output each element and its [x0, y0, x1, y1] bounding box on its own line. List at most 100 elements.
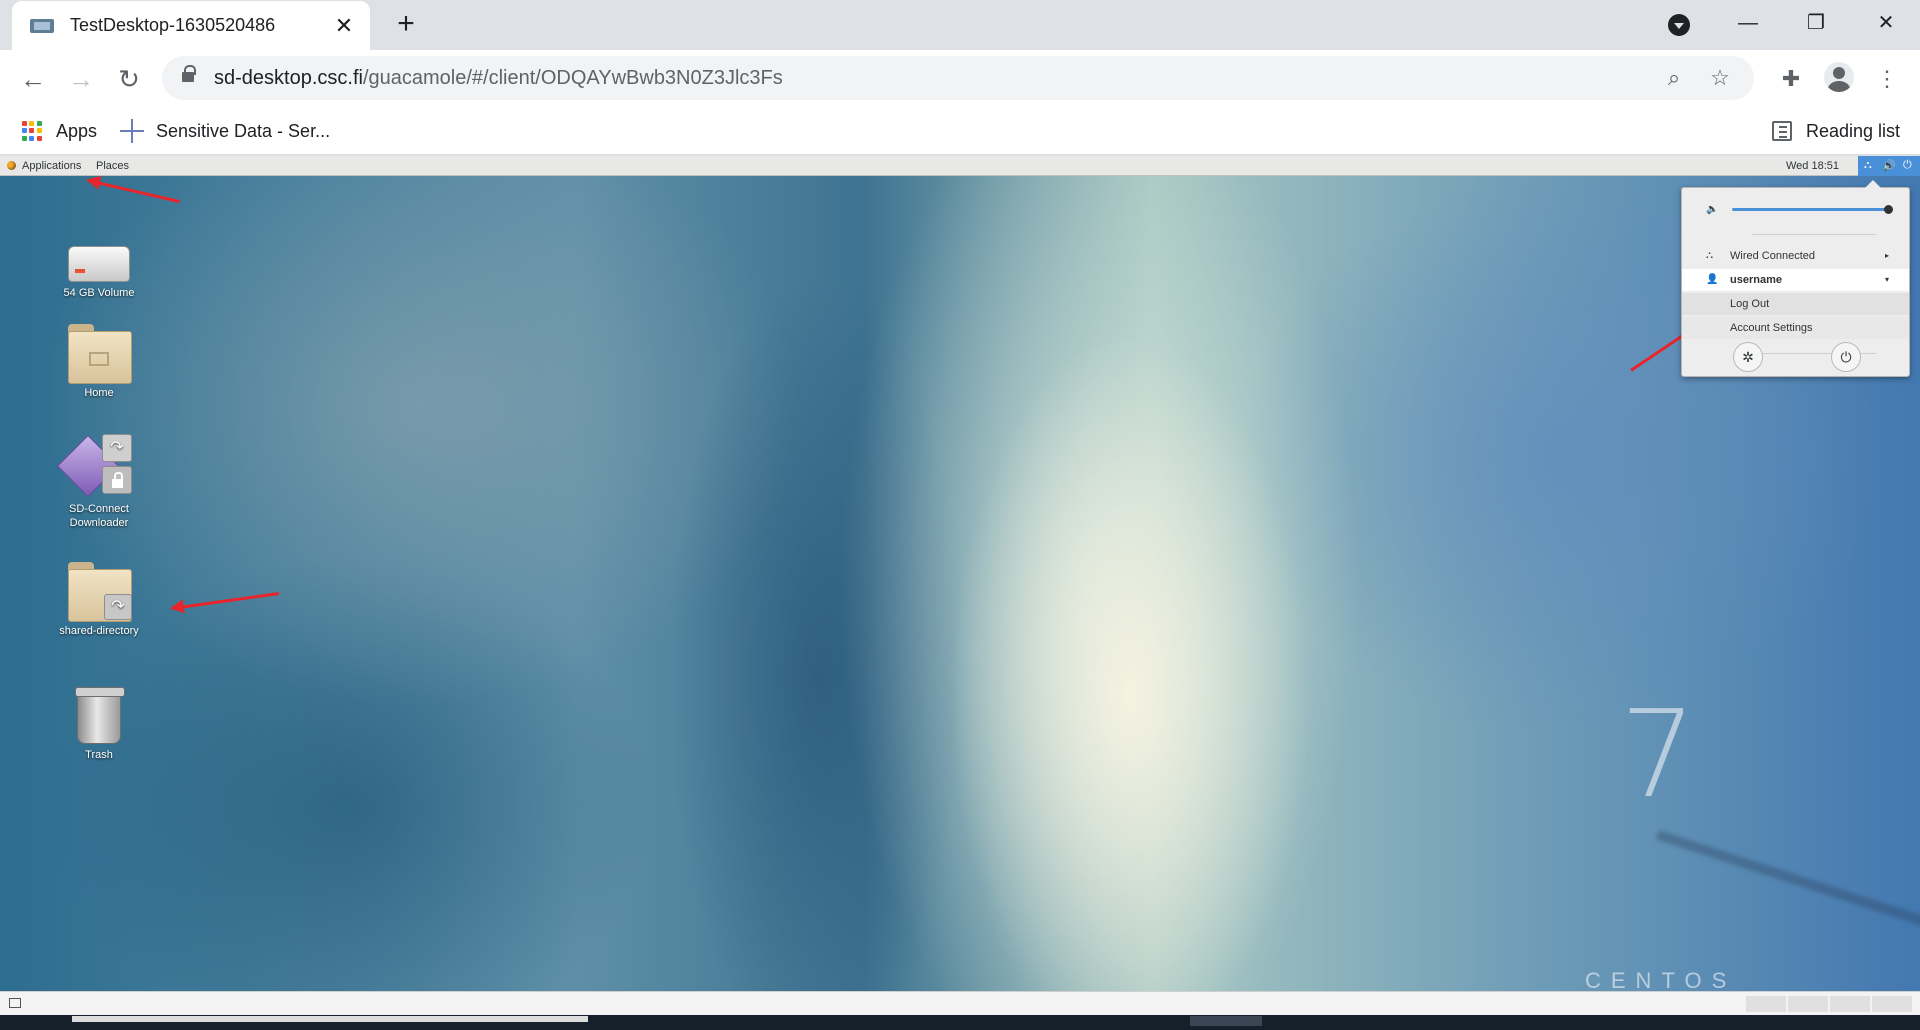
desktop-icon-label: SD-Connect Downloader: [69, 503, 129, 529]
account-settings-label: Account Settings: [1730, 322, 1813, 334]
settings-button[interactable]: ✲: [1733, 342, 1763, 372]
browser-menu-icon[interactable]: ⋮: [1872, 64, 1902, 94]
forward-button[interactable]: →: [64, 62, 98, 96]
workspace-2[interactable]: [1788, 996, 1828, 1012]
centos-logo-word: CENTOS: [1585, 968, 1737, 991]
apps-grid-dot: [29, 128, 35, 134]
apps-grid-dot: [22, 135, 27, 141]
browser-tab[interactable]: TestDesktop-1630520486 ✕: [12, 1, 370, 50]
account-settings-menu-item[interactable]: Account Settings: [1682, 317, 1909, 339]
desktop-icon-trash[interactable]: Trash: [44, 687, 154, 762]
lock-badge-icon: [102, 466, 132, 494]
apps-grid-dot: [36, 135, 42, 141]
desktop-icon-home[interactable]: Home: [44, 324, 154, 400]
tab-close-icon[interactable]: ✕: [332, 14, 356, 38]
workspace-4[interactable]: [1872, 996, 1912, 1012]
network-label: Wired Connected: [1730, 250, 1815, 262]
volume-tray-icon: 🔊: [1882, 160, 1896, 172]
close-window-button[interactable]: ✕: [1866, 8, 1906, 38]
restore-window-button[interactable]: ❐: [1796, 8, 1836, 38]
bookmark-apps-label: Apps: [56, 120, 98, 141]
url-path: /guacamole/#/client/ODQAYwBwb3N0Z3Jlc3Fs: [362, 66, 783, 89]
desktop-icon-label: Home: [84, 387, 114, 399]
workspace-1[interactable]: [1746, 996, 1786, 1012]
reload-button[interactable]: ↻: [112, 62, 146, 96]
wallpaper-streak: [1655, 829, 1920, 933]
browser-tab-strip: TestDesktop-1630520486 ✕ + — ❐ ✕: [0, 0, 1920, 50]
apps-grid-dot: [36, 128, 42, 134]
remote-desktop-screen[interactable]: 7 CENTOS Applications Places Wed 18:51 ⛬…: [0, 156, 1920, 991]
power-tray-icon: ⏻: [1903, 159, 1912, 171]
url-host: sd-desktop.csc.fi: [214, 66, 363, 89]
network-icon: ⛬: [1706, 250, 1713, 261]
desktop-icon-label: 54 GB Volume: [63, 287, 135, 299]
chevron-down-icon: ▾: [1884, 275, 1889, 284]
panel-clock[interactable]: Wed 18:51: [1786, 159, 1839, 173]
apps-grid-icon: [22, 121, 42, 141]
gnome-foot-icon: [7, 161, 16, 170]
apps-grid-dot: [22, 128, 27, 134]
browser-toolbar: ← → ↻ sd-desktop.csc.fi/guacamole/#/clie…: [0, 50, 1920, 107]
address-bar[interactable]: sd-desktop.csc.fi/guacamole/#/client/ODQ…: [162, 56, 1754, 100]
annotation-arrow-applications: [87, 179, 180, 204]
taskbar-item[interactable]: [72, 1016, 588, 1022]
show-desktop-icon[interactable]: [9, 998, 21, 1008]
url-text[interactable]: sd-desktop.csc.fi/guacamole/#/client/ODQ…: [214, 67, 783, 90]
username-label: username: [1730, 274, 1782, 286]
minimize-window-button[interactable]: —: [1728, 8, 1768, 38]
chevron-right-icon: ▸: [1884, 251, 1889, 260]
places-menu[interactable]: Places: [96, 159, 129, 173]
bookmark-star-icon[interactable]: ☆: [1708, 66, 1732, 90]
tab-search-icon[interactable]: [1668, 14, 1690, 36]
remote-desktop-favicon-icon: [30, 18, 54, 33]
zoom-icon[interactable]: ⌕: [1662, 66, 1686, 90]
trash-icon: [75, 687, 125, 744]
volume-slider-handle[interactable]: [1884, 205, 1893, 214]
desktop-icon-label: Trash: [85, 749, 113, 761]
remote-bottom-panel: [0, 991, 1920, 1015]
extensions-icon[interactable]: ✚: [1776, 64, 1806, 94]
log-out-menu-item[interactable]: Log Out: [1682, 293, 1909, 315]
sd-connect-downloader-icon: ↷: [56, 434, 132, 498]
host-taskbar-strip: [0, 1015, 1920, 1030]
link-badge-icon: ↷: [104, 594, 132, 620]
apps-grid-dot: [22, 121, 27, 126]
workspace-3[interactable]: [1830, 996, 1870, 1012]
lock-icon[interactable]: [182, 65, 196, 85]
reading-list-icon: [1772, 121, 1792, 141]
bookmark-sensitive-data[interactable]: Sensitive Data - Ser...: [120, 115, 330, 147]
csc-favicon-icon: [120, 119, 144, 143]
desktop-icon-volume[interactable]: 54 GB Volume: [44, 230, 154, 300]
profile-avatar-icon[interactable]: [1824, 62, 1854, 92]
taskbar-item[interactable]: [1190, 1016, 1262, 1026]
volume-icon: 🔈: [1706, 204, 1719, 215]
new-tab-button[interactable]: +: [391, 9, 421, 40]
bookmark-sensitive-data-label: Sensitive Data - Ser...: [156, 120, 331, 141]
power-off-button[interactable]: ⏻: [1831, 342, 1861, 372]
desktop-icon-label: shared-directory: [59, 625, 139, 637]
bookmark-apps[interactable]: Apps: [22, 115, 97, 147]
centos-logo-number: 7: [1620, 686, 1697, 825]
user-icon: 👤: [1706, 274, 1719, 285]
volume-slider[interactable]: [1732, 208, 1888, 211]
shared-folder-icon: ↷: [68, 562, 132, 622]
bookmarks-bar: Apps Sensitive Data - Ser... Reading lis…: [0, 107, 1920, 155]
apps-grid-dot: [29, 121, 35, 126]
gnome-top-panel: Applications Places Wed 18:51 ⛬ 🔊 ⏻: [0, 156, 1920, 176]
house-icon: [89, 352, 109, 366]
reading-list-button[interactable]: Reading list: [1772, 115, 1900, 147]
menu-separator: [1752, 234, 1876, 235]
drive-icon: [68, 246, 130, 282]
desktop-icon-shared-directory[interactable]: ↷ shared-directory: [44, 562, 154, 638]
annotation-arrow-shared-directory: [171, 591, 280, 610]
desktop-icon-sd-connect-downloader[interactable]: ↷ SD-Connect Downloader: [44, 434, 154, 530]
back-button[interactable]: ←: [16, 62, 50, 96]
reading-list-label: Reading list: [1806, 120, 1901, 141]
applications-menu[interactable]: Applications: [22, 159, 81, 173]
apps-grid-dot: [29, 135, 35, 141]
user-menu-item[interactable]: 👤 username ▾: [1682, 269, 1909, 291]
network-menu-item[interactable]: ⛬ Wired Connected ▸: [1682, 245, 1909, 267]
system-tray[interactable]: ⛬ 🔊 ⏻: [1858, 156, 1920, 176]
workspace-switcher[interactable]: [1746, 996, 1912, 1012]
log-out-label: Log Out: [1730, 298, 1770, 310]
